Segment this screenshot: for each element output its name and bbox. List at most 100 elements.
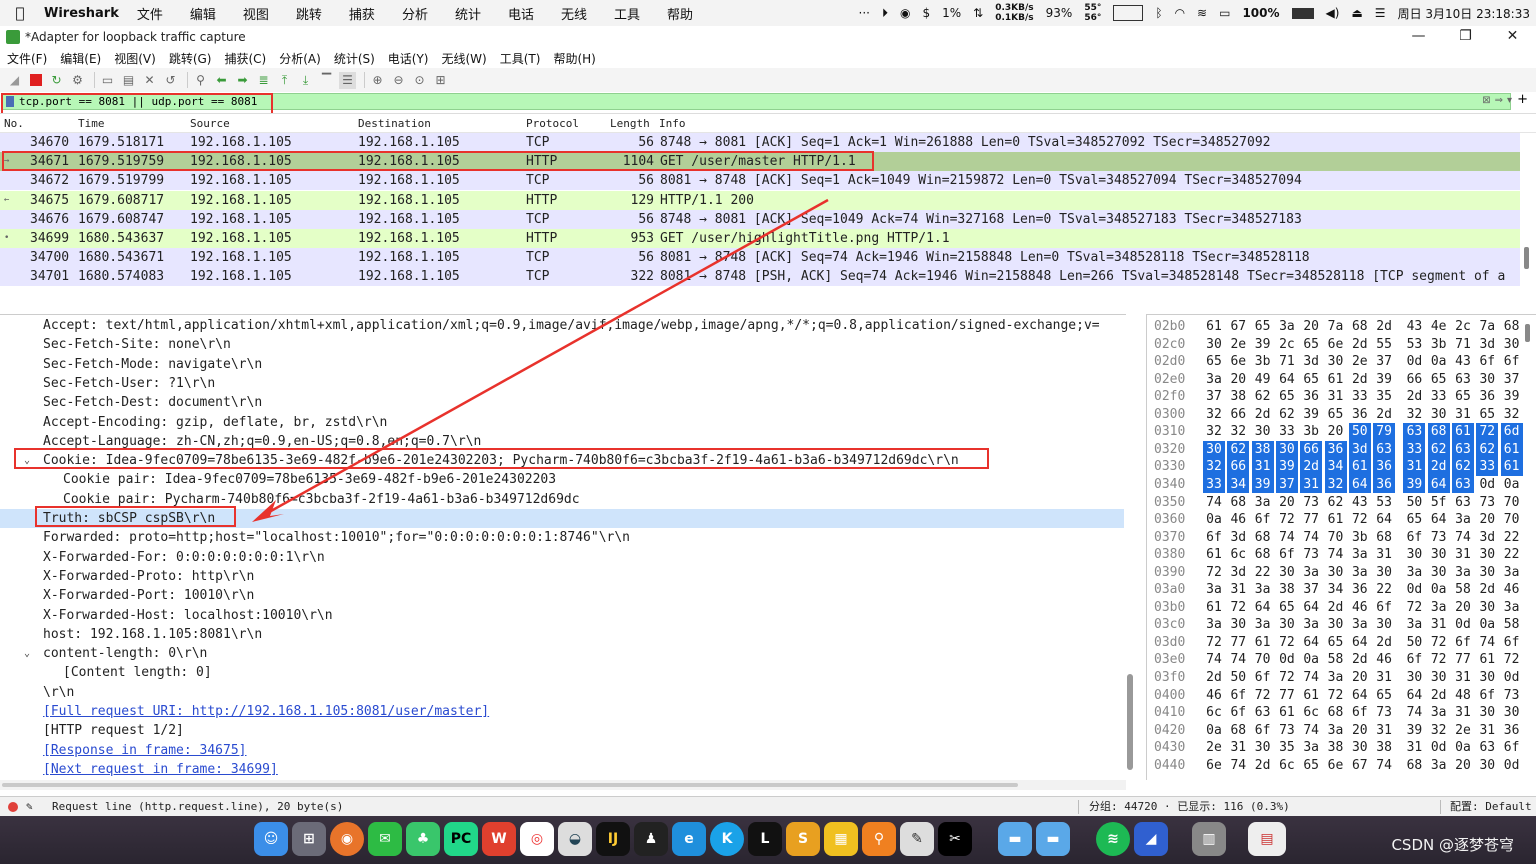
- hex-byte[interactable]: 32: [1428, 722, 1450, 740]
- hex-byte[interactable]: 30: [1252, 739, 1274, 757]
- hex-byte[interactable]: 62: [1427, 440, 1450, 459]
- resize-columns-icon[interactable]: ⊞: [432, 72, 449, 89]
- hex-byte[interactable]: 3a: [1203, 371, 1225, 389]
- hex-byte[interactable]: 77: [1452, 651, 1474, 669]
- hex-byte[interactable]: 3a: [1300, 739, 1322, 757]
- app-menu-statistics[interactable]: 统计(S): [334, 50, 375, 67]
- hex-byte[interactable]: 35: [1373, 388, 1395, 406]
- app-menu-analyze[interactable]: 分析(A): [279, 50, 321, 67]
- packet-row[interactable]: • 34699 1680.543637 192.168.1.105 192.168.1.…: [0, 229, 1520, 248]
- hex-byte[interactable]: 72: [1276, 511, 1298, 529]
- hex-byte[interactable]: 31: [1373, 669, 1395, 687]
- hex-byte[interactable]: 37: [1373, 353, 1395, 371]
- hex-byte[interactable]: 50: [1403, 494, 1425, 512]
- hex-byte[interactable]: 53: [1373, 494, 1395, 512]
- detail-line[interactable]: Sec-Fetch-Site: none\r\n: [0, 335, 1124, 354]
- hex-byte[interactable]: 0d: [1403, 581, 1425, 599]
- hex-byte[interactable]: 72: [1276, 669, 1298, 687]
- hex-byte[interactable]: 39: [1403, 722, 1425, 740]
- hex-byte[interactable]: 74: [1373, 757, 1395, 775]
- app-menu-edit[interactable]: 编辑(E): [60, 50, 101, 67]
- hex-byte[interactable]: 64: [1403, 687, 1425, 705]
- hex-byte[interactable]: 48: [1452, 687, 1474, 705]
- hex-byte[interactable]: 65: [1276, 388, 1298, 406]
- colorize-icon[interactable]: ☰: [339, 71, 356, 89]
- hex-byte[interactable]: 68: [1227, 494, 1249, 512]
- hex-byte[interactable]: 33: [1428, 388, 1450, 406]
- hex-byte[interactable]: 30: [1403, 546, 1425, 564]
- go-to-packet-icon[interactable]: ≣: [255, 72, 272, 89]
- hex-byte[interactable]: 0a: [1452, 739, 1474, 757]
- hex-byte[interactable]: 20: [1227, 371, 1249, 389]
- hex-byte[interactable]: 38: [1276, 581, 1298, 599]
- app-menu-tools[interactable]: 工具(T): [500, 50, 541, 67]
- preview-icon[interactable]: ✎: [900, 822, 934, 856]
- hex-byte[interactable]: 6f: [1349, 704, 1371, 722]
- hex-byte[interactable]: 73: [1428, 529, 1450, 547]
- hex-byte[interactable]: 39: [1300, 406, 1322, 424]
- hex-byte[interactable]: 20: [1300, 318, 1322, 336]
- hex-byte[interactable]: 64: [1252, 599, 1274, 617]
- hex-byte[interactable]: 73: [1300, 494, 1322, 512]
- detail-text[interactable]: [Full request URI: http://192.168.1.105:…: [43, 702, 489, 721]
- col-length[interactable]: Length: [610, 117, 650, 130]
- hex-byte[interactable]: 64: [1300, 634, 1322, 652]
- hex-byte[interactable]: 53: [1403, 336, 1425, 354]
- hex-byte[interactable]: 74: [1227, 651, 1249, 669]
- packet-list-vscrollbar[interactable]: [1524, 247, 1529, 269]
- hex-byte[interactable]: 74: [1300, 669, 1322, 687]
- hex-byte[interactable]: 61: [1252, 634, 1274, 652]
- hex-byte[interactable]: 6f: [1227, 687, 1249, 705]
- hex-byte[interactable]: 3a: [1452, 511, 1474, 529]
- hex-byte[interactable]: 30: [1476, 599, 1498, 617]
- zoom-out-icon[interactable]: ⊖: [390, 72, 407, 89]
- play-icon[interactable]: ⏵: [882, 6, 888, 21]
- hex-byte[interactable]: 6f: [1501, 634, 1523, 652]
- wps-icon[interactable]: W: [482, 822, 516, 856]
- hex-byte[interactable]: 20: [1276, 494, 1298, 512]
- hex-byte[interactable]: 3b: [1252, 353, 1274, 371]
- hex-byte[interactable]: 3b: [1428, 336, 1450, 354]
- hex-byte[interactable]: 6f: [1252, 511, 1274, 529]
- hex-byte[interactable]: 67: [1227, 318, 1249, 336]
- hex-byte[interactable]: 73: [1476, 494, 1498, 512]
- hex-byte[interactable]: 61: [1276, 704, 1298, 722]
- hex-byte[interactable]: 61: [1325, 371, 1347, 389]
- hex-byte[interactable]: 3a: [1300, 564, 1322, 582]
- hex-byte[interactable]: 61: [1348, 458, 1371, 476]
- hex-byte[interactable]: 68: [1227, 722, 1249, 740]
- scroll-thumb[interactable]: [2, 783, 1018, 787]
- hex-byte[interactable]: 0a: [1203, 722, 1225, 740]
- packet-details-pane[interactable]: Accept: text/html,application/xhtml+xml,…: [0, 314, 1126, 780]
- app-menu-telephony[interactable]: 电话(Y): [388, 50, 429, 67]
- packet-row[interactable]: 34672 1679.519799 192.168.1.105 192.168.1.1…: [0, 171, 1520, 191]
- hex-byte[interactable]: 30: [1428, 669, 1450, 687]
- hex-byte[interactable]: 31: [1403, 458, 1426, 476]
- hex-byte[interactable]: 2d: [1349, 371, 1371, 389]
- hex-byte[interactable]: 58: [1452, 581, 1474, 599]
- hex-byte[interactable]: 34: [1325, 581, 1347, 599]
- hex-byte[interactable]: 64: [1276, 371, 1298, 389]
- packet-row[interactable]: ← 34675 1679.608717 192.168.1.105 192.168.1.…: [0, 190, 1520, 210]
- hex-byte[interactable]: 50: [1348, 423, 1371, 441]
- hex-byte[interactable]: 0d: [1452, 616, 1474, 634]
- wifi-icon[interactable]: ≋: [1197, 6, 1207, 20]
- hex-byte[interactable]: 37: [1203, 388, 1225, 406]
- hex-byte[interactable]: 72: [1349, 511, 1371, 529]
- hex-byte[interactable]: 6f: [1373, 599, 1395, 617]
- hex-byte[interactable]: 30: [1203, 336, 1225, 354]
- hex-byte[interactable]: 58: [1501, 616, 1523, 634]
- headphones-icon[interactable]: ◠: [1175, 6, 1185, 20]
- hex-byte[interactable]: 46: [1227, 511, 1249, 529]
- hex-byte[interactable]: 30: [1501, 704, 1523, 722]
- maximize-button[interactable]: ❐: [1442, 26, 1489, 46]
- hex-byte[interactable]: 37: [1275, 475, 1298, 494]
- hex-byte[interactable]: 63: [1476, 739, 1498, 757]
- hex-byte[interactable]: 34: [1227, 475, 1250, 494]
- hex-byte[interactable]: 30: [1275, 440, 1298, 459]
- hex-byte[interactable]: 71: [1276, 353, 1298, 371]
- hex-byte[interactable]: 2d: [1403, 388, 1425, 406]
- app-menu-file[interactable]: 文件(F): [7, 50, 47, 67]
- save-file-icon[interactable]: ▤: [120, 72, 137, 89]
- hex-byte[interactable]: 73: [1373, 704, 1395, 722]
